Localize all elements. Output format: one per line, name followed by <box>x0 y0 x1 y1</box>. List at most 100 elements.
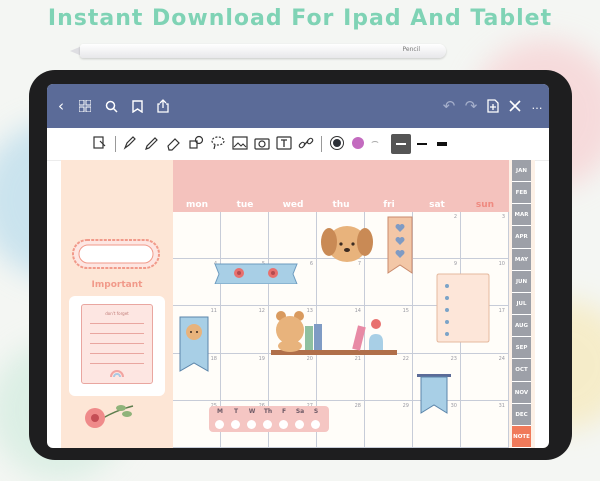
month-tabs: JAN FEB MAR APR MAY JUN JUL AUG SEP OCT NOV DEC NOTE <box>509 160 535 448</box>
month-tab-jan[interactable]: JAN <box>512 160 531 183</box>
lasso-icon[interactable] <box>209 134 227 152</box>
calendar-day-cell[interactable] <box>221 212 269 260</box>
headline: Instant Download For Ipad And Tablet <box>47 6 553 31</box>
more-icon[interactable]: … <box>527 96 547 116</box>
calendar-day-cell[interactable]: 3 <box>461 212 509 260</box>
color-swatch-purple[interactable] <box>352 137 364 149</box>
redo-icon[interactable]: ↷ <box>461 96 481 116</box>
habit-checkbox[interactable] <box>215 420 224 429</box>
note-line <box>90 343 144 344</box>
calendar-day-number: 18 <box>210 355 217 362</box>
calendar-day-number: 17 <box>498 308 505 315</box>
day-name-tue: tue <box>236 200 254 210</box>
calendar-day-number: 29 <box>402 402 409 409</box>
toolbar-divider <box>321 136 322 152</box>
pencil-body: Pencil <box>80 44 446 58</box>
month-tab-jun[interactable]: JUN <box>512 270 531 293</box>
habit-day-label: F <box>281 408 287 415</box>
calendar-day-cell[interactable]: 29 <box>365 400 413 448</box>
undo-icon[interactable]: ↶ <box>439 96 459 116</box>
day-name-sat: sat <box>429 200 445 210</box>
link-icon[interactable] <box>297 134 315 152</box>
day-name-sun: sun <box>475 200 495 210</box>
month-tab-nov[interactable]: NOV <box>512 381 531 404</box>
color-swatch-dark <box>333 139 341 147</box>
search-icon[interactable] <box>101 96 121 116</box>
habit-day-label: Th <box>263 408 273 415</box>
add-page-icon[interactable] <box>483 96 503 116</box>
calendar-day-number: 28 <box>354 402 361 409</box>
highlighter-icon[interactable] <box>143 134 161 152</box>
grid-icon[interactable] <box>75 96 95 116</box>
memo-pad-sticker <box>436 273 490 343</box>
camera-icon[interactable] <box>253 134 271 152</box>
calendar-day-number: 15 <box>402 308 409 315</box>
calendar-day-cell[interactable]: 20 <box>269 353 317 401</box>
month-tab-dec[interactable]: DEC <box>512 403 531 426</box>
month-tab-sep[interactable]: SEP <box>512 337 531 360</box>
text-box-icon[interactable] <box>275 134 293 152</box>
habit-day-label: S <box>313 408 319 415</box>
calendar-day-number: 10 <box>498 261 505 268</box>
calendar-day-number: 23 <box>450 355 457 362</box>
calendar-day-number: 22 <box>402 355 409 362</box>
calendar-day-number: 6 <box>309 261 313 268</box>
calendar-day-cell[interactable]: 22 <box>365 353 413 401</box>
left-sidebar: Important don't forget <box>61 160 173 448</box>
habit-checkbox[interactable] <box>295 420 304 429</box>
stroke-thin-button[interactable] <box>391 134 411 154</box>
calendar-day-cell[interactable]: 2 <box>413 212 461 260</box>
dog-sticker <box>321 226 373 262</box>
lasso-read-icon[interactable] <box>91 134 109 152</box>
habit-checkbox[interactable] <box>279 420 288 429</box>
calendar-header: mon tue wed thu fri sat sun <box>173 160 509 212</box>
day-name-fri: fri <box>383 200 395 210</box>
note-line <box>90 353 144 354</box>
calendar-day-cell[interactable] <box>173 212 221 260</box>
calendar-day-number: 31 <box>498 402 505 409</box>
image-icon[interactable] <box>231 134 249 152</box>
stroke-curve-icon[interactable]: ⌢ <box>371 134 385 148</box>
color-swatch-selected[interactable] <box>330 136 344 150</box>
close-icon[interactable] <box>505 96 525 116</box>
toolbar-divider <box>115 136 116 152</box>
month-tab-jul[interactable]: JUL <box>512 292 531 316</box>
month-tab-may[interactable]: MAY <box>512 248 531 271</box>
note-title: don't forget <box>105 311 129 316</box>
shapes-icon[interactable] <box>187 134 205 152</box>
stroke-thick-button[interactable] <box>437 142 447 146</box>
month-tab-aug[interactable]: AUG <box>512 315 531 338</box>
calendar-day-cell[interactable]: 24 <box>461 353 509 401</box>
stroke-medium-button[interactable] <box>417 143 427 145</box>
calendar-day-cell[interactable]: 19 <box>221 353 269 401</box>
habit-day-label: W <box>248 408 256 415</box>
habit-checkbox[interactable] <box>263 420 272 429</box>
month-tab-oct[interactable]: OCT <box>512 359 531 382</box>
month-tab-note[interactable]: NOTE <box>512 425 531 448</box>
back-chevron-icon[interactable]: ‹ <box>51 96 71 116</box>
bookmark-icon[interactable] <box>127 96 147 116</box>
calendar-day-number: 12 <box>258 308 265 315</box>
calendar-day-cell[interactable]: 21 <box>317 353 365 401</box>
note-line <box>90 363 144 364</box>
stroke-thin-line <box>396 143 406 145</box>
share-icon[interactable] <box>153 96 173 116</box>
rainbow-icon <box>110 370 124 378</box>
calendar-day-cell[interactable]: 31 <box>461 400 509 448</box>
month-tab-apr[interactable]: APR <box>512 226 531 249</box>
calendar-day-cell[interactable]: 12 <box>221 306 269 354</box>
habit-tracker: M T W Th F Sa S <box>209 406 329 432</box>
bear-shelf-sticker <box>271 311 397 355</box>
drawing-toolbar: ⌢ <box>47 128 549 161</box>
eraser-icon[interactable] <box>165 134 183 152</box>
apple-pencil: Pencil <box>70 44 446 58</box>
month-tab-mar[interactable]: MAR <box>512 204 531 227</box>
calendar-day-cell[interactable] <box>269 212 317 260</box>
habit-checkbox[interactable] <box>247 420 256 429</box>
pen-icon[interactable] <box>121 134 139 152</box>
calendar-day-cell[interactable]: 7 <box>317 259 365 307</box>
month-tab-feb[interactable]: FEB <box>512 182 531 205</box>
habit-checkbox[interactable] <box>231 420 240 429</box>
habit-checkbox[interactable] <box>311 420 320 429</box>
calendar-day-number: 9 <box>453 261 457 268</box>
